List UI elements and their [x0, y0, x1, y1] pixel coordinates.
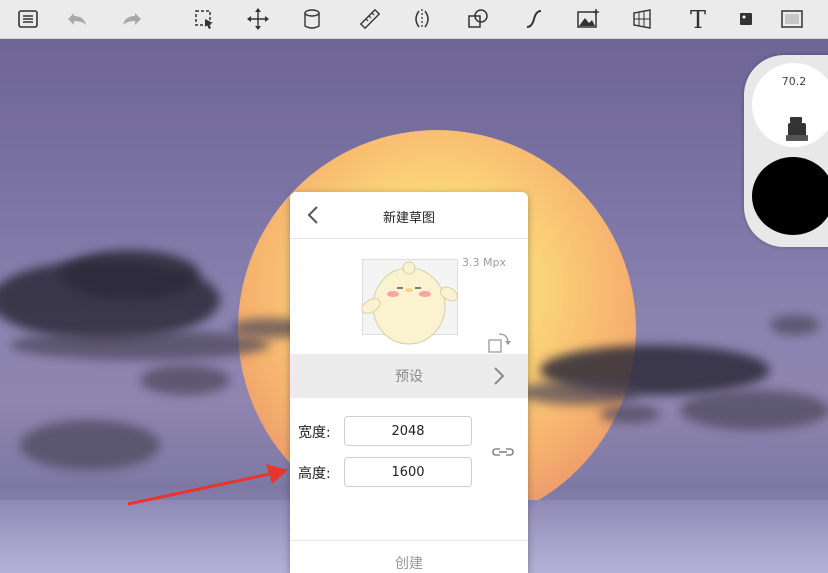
- brush-size-control[interactable]: 70.2: [752, 63, 828, 147]
- create-label: 创建: [395, 556, 423, 572]
- text-icon[interactable]: T: [682, 3, 714, 35]
- link-dimensions-icon[interactable]: [491, 444, 515, 460]
- width-field[interactable]: 2048: [344, 416, 472, 446]
- shapes-icon[interactable]: [462, 3, 494, 35]
- list-icon[interactable]: [12, 3, 44, 35]
- curve-icon[interactable]: [518, 3, 550, 35]
- symmetry-icon[interactable]: [406, 3, 438, 35]
- top-toolbar: T: [0, 0, 828, 39]
- preset-row[interactable]: 预设: [290, 354, 528, 398]
- transform-icon[interactable]: [242, 3, 274, 35]
- dialog-header: 新建草图: [290, 192, 528, 239]
- layer-icon[interactable]: [730, 3, 762, 35]
- brush-icon: [786, 117, 808, 141]
- svg-text:T: T: [690, 7, 706, 31]
- megapixel-label: 3.3 Mpx: [462, 256, 506, 269]
- perspective-icon[interactable]: [626, 3, 658, 35]
- height-label: 高度:: [298, 466, 331, 482]
- chevron-right-icon: [494, 367, 505, 385]
- cloud: [140, 365, 230, 395]
- dialog-title: 新建草图: [382, 211, 435, 226]
- brush-size-value: 70.2: [781, 75, 807, 88]
- color-swatch[interactable]: [752, 157, 828, 235]
- height-field[interactable]: 1600: [344, 457, 472, 487]
- brush-panel: 70.2: [744, 55, 828, 247]
- cloud: [680, 390, 828, 430]
- canvas-icon[interactable]: [776, 3, 808, 35]
- annotation-arrow: [127, 464, 288, 506]
- image-icon[interactable]: [572, 3, 604, 35]
- preview-area: 3.3 Mpx: [290, 239, 528, 353]
- cloud: [60, 250, 200, 300]
- cloud: [520, 380, 640, 405]
- undo-icon[interactable]: [60, 3, 92, 35]
- mascot-illustration: [361, 261, 458, 345]
- canvas-thumbnail: [361, 259, 458, 345]
- cloud: [600, 405, 660, 423]
- new-sketch-dialog: 新建草图 3.3 Mpx 预设 宽度: 2048 高度: 1600 创建: [290, 192, 528, 573]
- cloud: [10, 330, 270, 360]
- width-label: 宽度:: [298, 425, 331, 441]
- ruler-icon[interactable]: [354, 3, 386, 35]
- cloud: [770, 315, 820, 335]
- create-button[interactable]: 创建: [290, 540, 528, 573]
- fill-icon[interactable]: [296, 3, 328, 35]
- redo-icon[interactable]: [117, 3, 149, 35]
- selection-icon[interactable]: [188, 3, 220, 35]
